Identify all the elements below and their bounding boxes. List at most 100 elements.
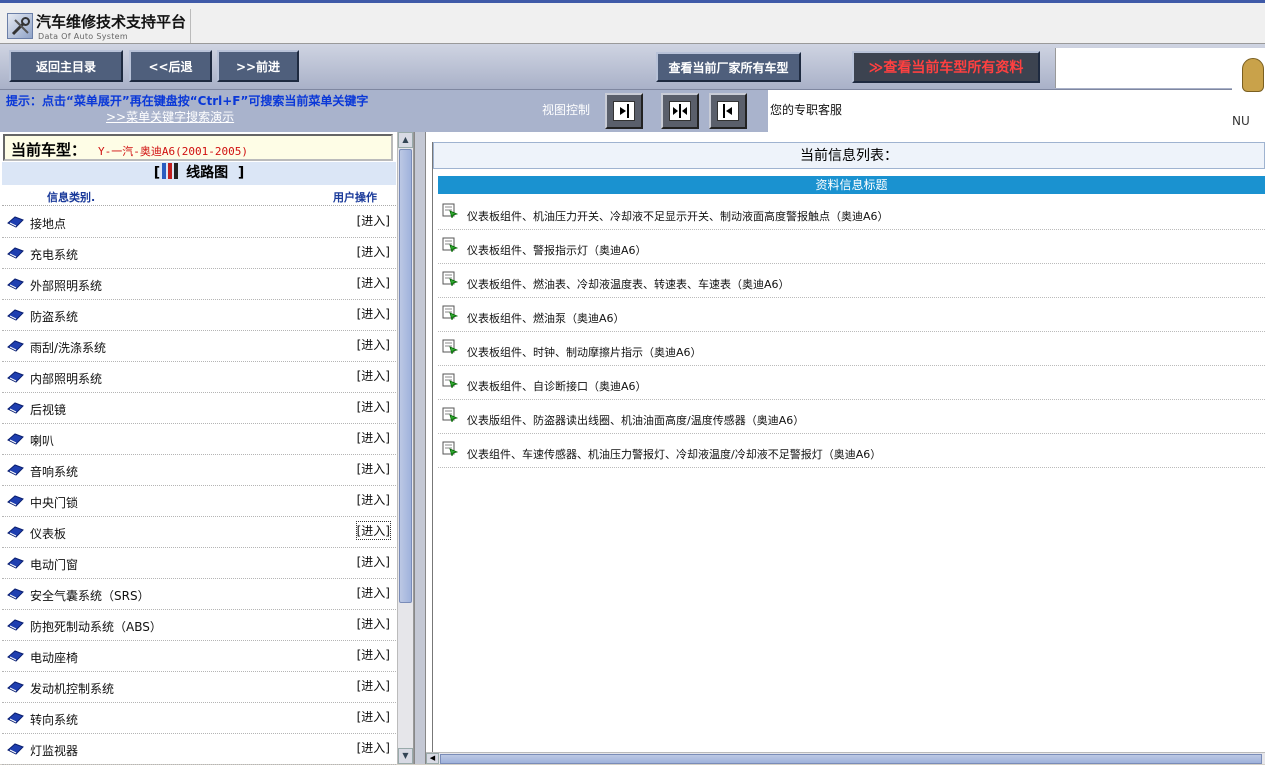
enter-link[interactable]: [进入]: [357, 305, 390, 322]
category-label[interactable]: 灯监视器: [30, 742, 78, 759]
category-title: [线路图 ]: [2, 162, 396, 185]
info-row[interactable]: 仪表板组件、机油压力开关、冷却液不足显示开关、制动液面高度警报触点（奥迪A6）: [438, 196, 1265, 230]
enter-link[interactable]: [进入]: [355, 521, 392, 540]
info-title[interactable]: 仪表板组件、机油压力开关、冷却液不足显示开关、制动液面高度警报触点（奥迪A6）: [467, 208, 889, 224]
info-row[interactable]: 仪表板组件、燃油表、冷却液温度表、转速表、车速表（奥迪A6）: [438, 264, 1265, 298]
view-split-button[interactable]: [661, 93, 699, 129]
enter-link[interactable]: [进入]: [357, 336, 390, 353]
category-row[interactable]: 后视镜 [进入]: [2, 393, 396, 424]
category-label[interactable]: 防抱死制动系统（ABS）: [30, 618, 162, 635]
category-label[interactable]: 喇叭: [30, 432, 54, 449]
info-title[interactable]: 仪表板组件、自诊断接口（奥迪A6）: [467, 378, 647, 394]
category-row[interactable]: 安全气囊系统（SRS） [进入]: [2, 579, 396, 610]
app-title: 汽车维修技术支持平台: [36, 13, 187, 31]
enter-link[interactable]: [进入]: [357, 367, 390, 384]
scroll-thumb[interactable]: [399, 149, 412, 603]
enter-link[interactable]: [进入]: [357, 584, 390, 601]
category-label[interactable]: 后视镜: [30, 401, 66, 418]
enter-link[interactable]: [进入]: [357, 274, 390, 291]
category-row[interactable]: 发动机控制系统 [进入]: [2, 672, 396, 703]
category-row[interactable]: 电动座椅 [进入]: [2, 641, 396, 672]
category-label[interactable]: 音响系统: [30, 463, 78, 480]
panel-splitter[interactable]: [414, 132, 426, 764]
bracket-open: [: [153, 165, 161, 181]
category-list: 接地点 [进入] 充电系统 [进入] 外部照明系统 [进入] 防盗系统 [进入] 雨刮/洗涤系统…: [2, 207, 396, 765]
info-row[interactable]: 仪表版组件、防盗器读出线圈、机油油面高度/温度传感器（奥迪A6）: [438, 400, 1265, 434]
scroll-down-icon[interactable]: ▼: [398, 748, 413, 764]
category-row[interactable]: 内部照明系统 [进入]: [2, 362, 396, 393]
book-icon: [7, 247, 24, 259]
enter-link[interactable]: [进入]: [357, 491, 390, 508]
category-label[interactable]: 电动座椅: [30, 649, 78, 666]
category-row[interactable]: 仪表板 [进入]: [2, 517, 396, 548]
view-expand-right-button[interactable]: [709, 93, 747, 129]
info-row[interactable]: 仪表板组件、时钟、制动摩擦片指示（奥迪A6）: [438, 332, 1265, 366]
info-title[interactable]: 仪表板组件、警报指示灯（奥迪A6）: [467, 242, 647, 258]
scroll-up-icon[interactable]: ▲: [398, 132, 413, 148]
category-row[interactable]: 充电系统 [进入]: [2, 238, 396, 269]
enter-link[interactable]: [进入]: [357, 243, 390, 260]
enter-link[interactable]: [进入]: [357, 429, 390, 446]
category-label[interactable]: 仪表板: [30, 525, 66, 542]
left-scrollbar[interactable]: ▲ ▼: [397, 132, 413, 764]
category-row[interactable]: 转向系统 [进入]: [2, 703, 396, 734]
category-row[interactable]: 喇叭 [进入]: [2, 424, 396, 455]
info-title[interactable]: 仪表板组件、时钟、制动摩擦片指示（奥迪A6）: [467, 344, 702, 360]
enter-link[interactable]: [进入]: [357, 708, 390, 725]
category-row[interactable]: 音响系统 [进入]: [2, 455, 396, 486]
home-button[interactable]: 返回主目录: [9, 50, 123, 82]
category-label[interactable]: 转向系统: [30, 711, 78, 728]
forward-button[interactable]: >>前进: [217, 50, 299, 82]
enter-link[interactable]: [进入]: [357, 212, 390, 229]
info-row[interactable]: 仪表板组件、警报指示灯（奥迪A6）: [438, 230, 1265, 264]
info-title[interactable]: 仪表版组件、防盗器读出线圈、机油油面高度/温度传感器（奥迪A6）: [467, 412, 804, 428]
info-row[interactable]: 仪表组件、车速传感器、机油压力警报灯、冷却液温度/冷却液不足警报灯（奥迪A6）: [438, 434, 1265, 468]
category-row[interactable]: 电动门窗 [进入]: [2, 548, 396, 579]
category-row[interactable]: 外部照明系统 [进入]: [2, 269, 396, 300]
scroll-left-icon[interactable]: ◀: [426, 753, 439, 764]
enter-link[interactable]: [进入]: [357, 677, 390, 694]
view-all-model-data-button[interactable]: ≫查看当前车型所有资料: [852, 51, 1040, 83]
info-title[interactable]: 仪表板组件、燃油表、冷却液温度表、转速表、车速表（奥迪A6）: [467, 276, 790, 292]
info-row[interactable]: 仪表板组件、自诊断接口（奥迪A6）: [438, 366, 1265, 400]
left-panel: 当前车型： Y-一汽-奥迪A6(2001-2005) [线路图 ] 信息类别. …: [0, 132, 414, 765]
category-label[interactable]: 外部照明系统: [30, 277, 102, 294]
horizontal-scrollbar[interactable]: ◀: [426, 752, 1265, 764]
enter-link[interactable]: [进入]: [357, 553, 390, 570]
category-row[interactable]: 灯监视器 [进入]: [2, 734, 396, 765]
category-label[interactable]: 电动门窗: [30, 556, 78, 573]
info-row[interactable]: 仪表板组件、燃油泵（奥迪A6）: [438, 298, 1265, 332]
category-label[interactable]: 防盗系统: [30, 308, 78, 325]
enter-link[interactable]: [进入]: [357, 460, 390, 477]
category-label[interactable]: 接地点: [30, 215, 66, 232]
h-scroll-thumb[interactable]: [440, 754, 1262, 764]
enter-link[interactable]: [进入]: [357, 646, 390, 663]
enter-link[interactable]: [进入]: [357, 615, 390, 632]
category-row[interactable]: 雨刮/洗涤系统 [进入]: [2, 331, 396, 362]
category-label[interactable]: 雨刮/洗涤系统: [30, 339, 106, 356]
category-row[interactable]: 接地点 [进入]: [2, 207, 396, 238]
category-label[interactable]: 安全气囊系统（SRS）: [30, 587, 150, 604]
back-button[interactable]: <<后退: [129, 50, 212, 82]
view-expand-left-button[interactable]: [605, 93, 643, 129]
category-row[interactable]: 中央门锁 [进入]: [2, 486, 396, 517]
category-row[interactable]: 防抱死制动系统（ABS） [进入]: [2, 610, 396, 641]
category-row[interactable]: 防盗系统 [进入]: [2, 300, 396, 331]
enter-link[interactable]: [进入]: [357, 398, 390, 415]
book-icon: [7, 216, 24, 228]
title-bar: 汽车维修技术支持平台 Data Of Auto System: [0, 0, 1265, 44]
category-label[interactable]: 发动机控制系统: [30, 680, 114, 697]
book-icon: [7, 278, 24, 290]
info-list-header: 当前信息列表：: [433, 142, 1265, 169]
document-icon: [442, 237, 459, 254]
info-title[interactable]: 仪表板组件、燃油泵（奥迪A6）: [467, 310, 625, 326]
view-maker-models-button[interactable]: 查看当前厂家所有车型: [656, 52, 801, 82]
document-icon: [442, 203, 459, 220]
category-label[interactable]: 中央门锁: [30, 494, 78, 511]
service-text[interactable]: 您的专职客服: [770, 101, 842, 118]
search-demo-link[interactable]: >>菜单关键字搜索演示: [106, 108, 234, 125]
category-label[interactable]: 内部照明系统: [30, 370, 102, 387]
info-title[interactable]: 仪表组件、车速传感器、机油压力警报灯、冷却液温度/冷却液不足警报灯（奥迪A6）: [467, 446, 881, 462]
enter-link[interactable]: [进入]: [357, 739, 390, 756]
category-label[interactable]: 充电系统: [30, 246, 78, 263]
